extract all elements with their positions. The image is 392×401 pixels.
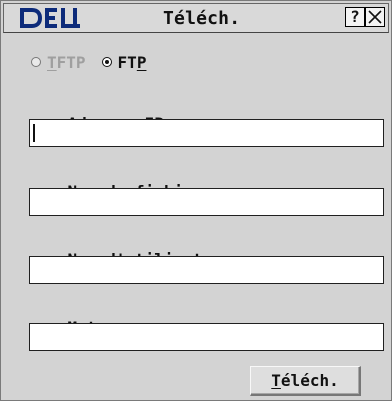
tftp-option[interactable]: TFTP [31, 53, 86, 72]
text-cursor [33, 124, 35, 142]
username-input[interactable] [29, 256, 384, 284]
ftp-label: FTP [117, 52, 147, 72]
question-mark-icon: ? [350, 7, 360, 26]
dell-logo [20, 8, 80, 28]
tftp-label: TFTP [47, 52, 86, 72]
help-button[interactable]: ? [345, 7, 365, 27]
username-label: Nom d'utilisateur : [29, 230, 261, 269]
radio-selected-icon [101, 57, 112, 67]
protocol-selector: TFTP FTP [31, 52, 147, 72]
ip-address-input[interactable] [29, 119, 384, 147]
password-input[interactable] [29, 323, 384, 351]
close-button[interactable] [365, 7, 385, 27]
filename-input[interactable] [29, 188, 384, 216]
close-x-icon [368, 10, 382, 24]
download-button[interactable]: Téléch. [250, 366, 361, 396]
filename-label: Nom de fichier : [29, 162, 232, 201]
window-title: Téléch. [163, 8, 241, 29]
ftp-option[interactable]: FTP [101, 52, 147, 72]
radio-unselected-icon [31, 57, 41, 67]
password-label: Mot passe : [29, 298, 174, 337]
title-bar: Téléch. ? [3, 3, 389, 33]
ip-address-label: Adresse IP : [29, 94, 184, 133]
download-dialog: Téléch. ? TFTP FTP Adresse IP : Nom de [0, 0, 392, 401]
